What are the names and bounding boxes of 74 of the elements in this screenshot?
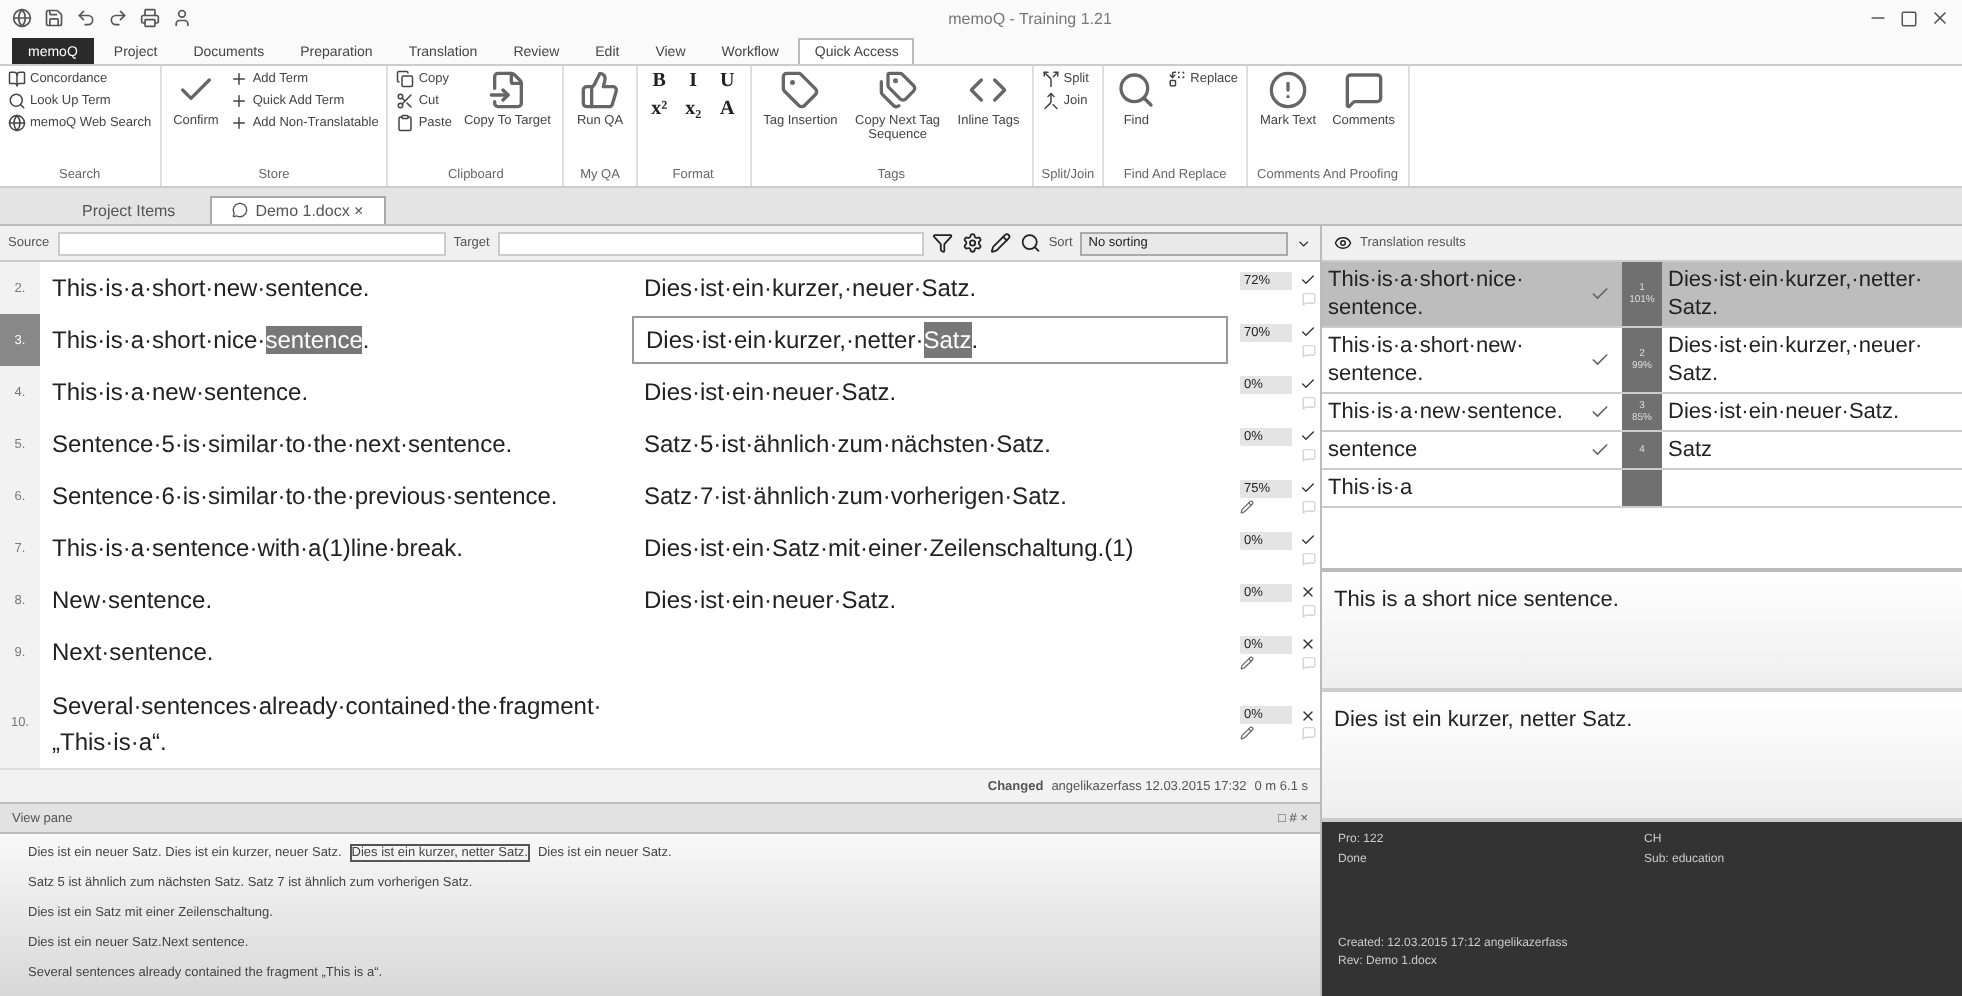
source-cell-text: Sentence·6·is·similar·to·the·previous·sentence. bbox=[50, 480, 560, 514]
document-arrow-icon bbox=[487, 70, 528, 110]
result-target: Dies·ist·ein·kurzer,·neuer· Satz. bbox=[1666, 332, 1925, 390]
source-cell-text: This·is·a·new·sentence. bbox=[50, 376, 311, 410]
result-target: Dies·ist·ein·kurzer,·netter· Satz. bbox=[1666, 266, 1925, 324]
document-tab[interactable]: Project Items bbox=[60, 196, 198, 224]
comment-icon bbox=[1343, 70, 1384, 110]
source-cell-text: This·is·a·short·nice·sentence. bbox=[50, 324, 372, 358]
source-cell-text: Sentence·5·is·similar·to·the·next·sentence. bbox=[50, 428, 515, 462]
result-source: This·is·a·short·new· sentence. bbox=[1326, 332, 1526, 390]
source-cell-text: New·sentence. bbox=[50, 584, 215, 618]
check-icon bbox=[1590, 350, 1610, 370]
result-source: sentence bbox=[1326, 436, 1420, 466]
result-target: Dies·ist·ein·neuer·Satz. bbox=[1666, 398, 1902, 428]
tag-icon bbox=[780, 70, 821, 110]
source-filter-field[interactable] bbox=[57, 231, 446, 255]
merge-icon bbox=[1041, 92, 1060, 110]
scissors-icon bbox=[396, 92, 415, 110]
result-source: This·is·a·short·nice· sentence. bbox=[1326, 266, 1526, 324]
target-cell-text: Satz·7·ist·ähnlich·zum·vorherigen·Satz. bbox=[642, 480, 1069, 514]
window-title: memoQ - Training 1.21 bbox=[946, 9, 1114, 27]
target-filter-field[interactable] bbox=[497, 231, 925, 255]
split-icon bbox=[1041, 70, 1060, 88]
plus-icon bbox=[230, 92, 249, 110]
plus-icon bbox=[230, 114, 249, 132]
target-cell-text: Satz·5·ist·ähnlich·zum·nächsten·Satz. bbox=[642, 428, 1053, 462]
search-icon bbox=[8, 92, 26, 110]
maximize-icon[interactable] bbox=[1900, 9, 1918, 27]
search-icon bbox=[1116, 70, 1157, 110]
source-cell-text: This·is·a·short·new·sentence. bbox=[50, 272, 372, 306]
alert-icon bbox=[1268, 70, 1309, 110]
source-cell-text: This·is·a·sentence·with·a(1)line·break. bbox=[50, 532, 465, 566]
user-icon[interactable] bbox=[172, 8, 192, 28]
result-source: This·is·a bbox=[1326, 474, 1415, 504]
search-icon[interactable] bbox=[1019, 232, 1041, 254]
target-edit-field[interactable]: Dies·ist·ein·kurzer,·netter·Satz. bbox=[632, 316, 1228, 364]
save-icon[interactable] bbox=[44, 8, 64, 28]
app-logo-icon[interactable] bbox=[12, 8, 32, 28]
result-target: Satz bbox=[1666, 436, 1715, 466]
target-preview: Dies ist ein kurzer, netter Satz. bbox=[1334, 708, 1633, 732]
source-preview: This is a short nice sentence. bbox=[1334, 588, 1619, 612]
target-cell-text: Dies·ist·ein·kurzer,·neuer·Satz. bbox=[642, 272, 979, 306]
format-button[interactable]: U bbox=[713, 70, 742, 92]
source-cell-text: Several·sentences·already·contained·the·fragment· „This·is·a“. bbox=[50, 689, 604, 759]
filter-icon[interactable] bbox=[932, 232, 954, 254]
replace-icon bbox=[1168, 70, 1187, 88]
undo-icon[interactable] bbox=[76, 8, 96, 28]
clipboard-icon bbox=[396, 114, 415, 132]
format-button[interactable]: A bbox=[713, 98, 742, 120]
plus-icon bbox=[230, 70, 249, 88]
settings-icon[interactable] bbox=[961, 232, 983, 254]
printer-icon[interactable] bbox=[140, 8, 160, 28]
document-tab[interactable]: Demo 1.docx × bbox=[209, 196, 386, 224]
thumbs-up-icon bbox=[580, 70, 621, 110]
format-button[interactable]: x₂ bbox=[679, 98, 708, 120]
pencil-icon[interactable] bbox=[990, 232, 1012, 254]
source-cell-text: Next·sentence. bbox=[50, 636, 216, 670]
format-button[interactable]: I bbox=[679, 70, 708, 92]
format-button[interactable]: B bbox=[645, 70, 674, 92]
result-row[interactable]: This·is·a bbox=[1322, 470, 1962, 508]
target-cell-text: Dies·ist·ein·neuer·Satz. bbox=[642, 376, 899, 410]
close-icon[interactable] bbox=[1930, 8, 1950, 28]
eye-icon bbox=[1334, 234, 1352, 252]
target-cell-text: Dies·ist·ein·neuer·Satz. bbox=[642, 584, 899, 618]
result-source: This·is·a·new·sentence. bbox=[1326, 398, 1565, 428]
check-icon bbox=[1590, 284, 1610, 304]
book-icon bbox=[8, 70, 26, 88]
globe-icon bbox=[8, 114, 26, 132]
tags-icon bbox=[877, 70, 918, 110]
match-score bbox=[1622, 470, 1662, 506]
redo-icon[interactable] bbox=[108, 8, 128, 28]
copy-icon bbox=[396, 70, 415, 88]
target-cell-text: Dies·ist·ein·Satz·mit·einer·Zeilenschaltung.(1) bbox=[642, 532, 1136, 566]
format-button[interactable]: x² bbox=[645, 98, 674, 120]
